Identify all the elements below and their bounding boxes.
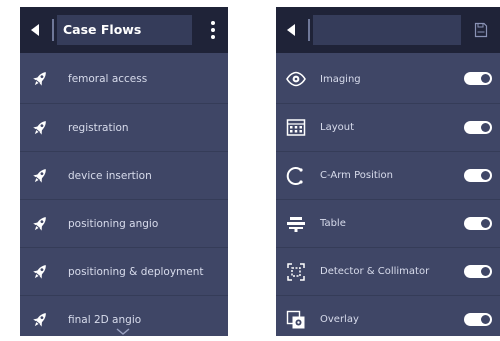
setting-c-arm-position: C-Arm Position xyxy=(276,151,500,199)
setting-label: Imaging xyxy=(320,73,361,85)
flow-rocket-icon xyxy=(24,200,56,248)
case-flows-title[interactable]: Case Flows xyxy=(57,15,192,45)
setting-layout: Layout xyxy=(276,103,500,151)
c-arm-position-toggle[interactable] xyxy=(464,169,492,182)
case-flow-label: final 2D angio xyxy=(68,313,142,326)
overlay-icon xyxy=(280,296,312,337)
case-flow-item-femoral-access[interactable]: femoral access xyxy=(20,55,228,103)
save-button[interactable] xyxy=(469,7,493,53)
setting-table: Table xyxy=(276,199,500,247)
case-flow-label: registration xyxy=(68,121,129,134)
flow-rocket-icon xyxy=(24,152,56,200)
case-flow-label: device insertion xyxy=(68,169,152,182)
back-arrow-icon xyxy=(287,24,295,36)
detector-icon xyxy=(280,248,312,296)
flow-rocket-icon xyxy=(24,248,56,296)
case-flow-label: positioning angio xyxy=(68,217,159,230)
settings-header xyxy=(276,7,500,53)
more-options-icon[interactable] xyxy=(198,7,228,53)
c-arm-icon xyxy=(280,152,312,200)
detector-collimator-toggle[interactable] xyxy=(464,265,492,278)
flow-rocket-icon xyxy=(24,55,56,103)
case-flow-label: femoral access xyxy=(68,73,148,85)
case-flow-item-positioning-deployment[interactable]: positioning & deployment xyxy=(20,247,228,295)
eye-icon xyxy=(280,55,312,103)
setting-label: Table xyxy=(320,218,346,229)
flow-rocket-icon xyxy=(24,104,56,152)
imaging-toggle[interactable] xyxy=(464,72,492,85)
setting-label: C-Arm Position xyxy=(320,170,394,181)
setting-label: Layout xyxy=(320,122,354,133)
back-arrow-icon xyxy=(31,24,39,36)
setting-imaging: Imaging xyxy=(276,55,500,103)
case-flows-panel: Case Flows femoral access registration d… xyxy=(20,7,228,336)
header-divider xyxy=(52,19,54,41)
setting-label: Overlay xyxy=(320,314,359,325)
settings-panel: Imaging Layout C-Arm Position Table Dete… xyxy=(276,7,500,336)
header-divider xyxy=(308,19,310,41)
layout-toggle[interactable] xyxy=(464,121,492,134)
case-flow-label: positioning & deployment xyxy=(68,265,204,278)
name-input[interactable] xyxy=(313,15,461,45)
setting-detector-collimator: Detector & Collimator xyxy=(276,247,500,295)
case-flow-item-device-insertion[interactable]: device insertion xyxy=(20,151,228,199)
settings-list: Imaging Layout C-Arm Position Table Dete… xyxy=(276,55,500,336)
case-flows-header: Case Flows xyxy=(20,7,228,53)
overlay-toggle[interactable] xyxy=(464,313,492,326)
case-flow-item-registration[interactable]: registration xyxy=(20,103,228,151)
chevron-down-icon[interactable] xyxy=(116,328,130,336)
back-button[interactable] xyxy=(276,7,306,53)
setting-overlay: Overlay xyxy=(276,295,500,336)
case-flows-list: femoral access registration device inser… xyxy=(20,55,228,336)
table-icon xyxy=(280,200,312,248)
layout-grid-icon xyxy=(280,104,312,152)
save-icon xyxy=(474,22,488,38)
setting-label: Detector & Collimator xyxy=(320,266,430,277)
back-button[interactable] xyxy=(20,7,50,53)
table-toggle[interactable] xyxy=(464,217,492,230)
case-flow-item-positioning-angio[interactable]: positioning angio xyxy=(20,199,228,247)
flow-rocket-icon xyxy=(24,296,56,337)
